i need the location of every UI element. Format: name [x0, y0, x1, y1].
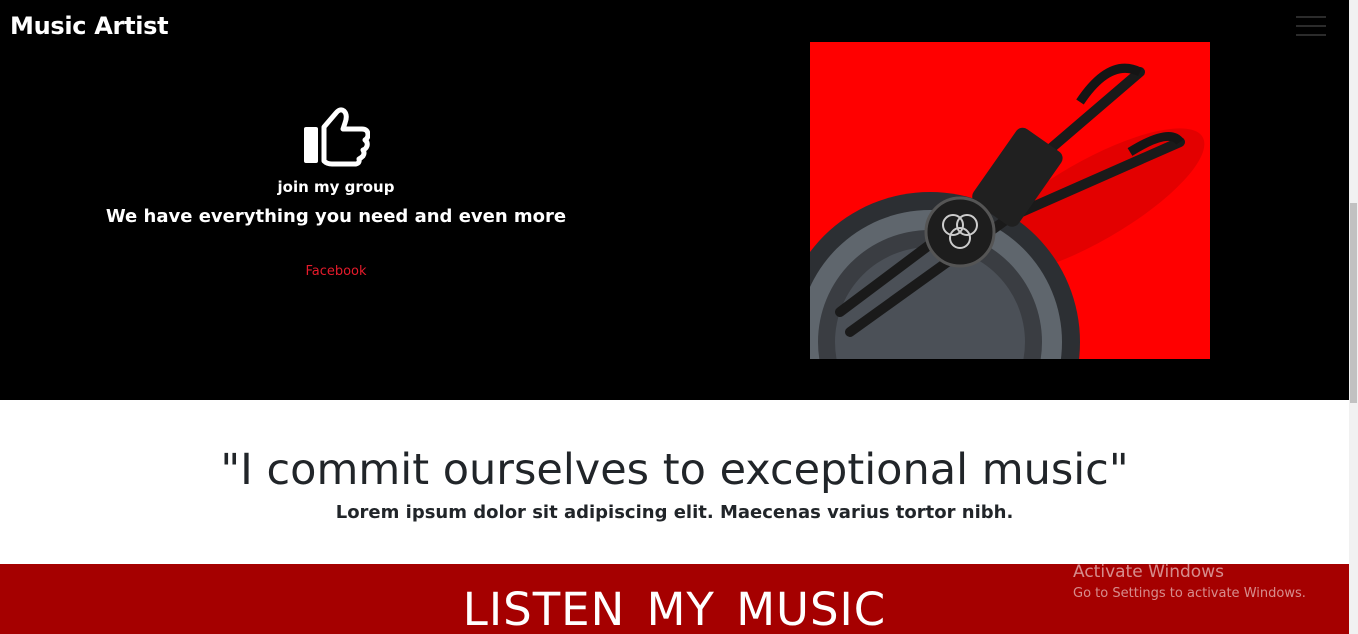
listen-music-heading: LISTEN MY MUSIC	[462, 583, 887, 634]
quote-subtext: Lorem ipsum dolor sit adipiscing elit. M…	[335, 502, 1014, 523]
menu-line	[1296, 25, 1326, 27]
music-section: LISTEN MY MUSIC	[0, 564, 1349, 634]
thumbs-up-icon	[304, 107, 370, 167]
page: Music Artist join my group We have every…	[0, 0, 1358, 634]
hamburger-menu-icon[interactable]	[1296, 14, 1326, 38]
menu-line	[1296, 16, 1326, 18]
join-group-block: join my group We have everything you nee…	[100, 105, 572, 279]
headphones-illustration	[810, 42, 1210, 359]
facebook-link[interactable]: Facebook	[305, 264, 366, 279]
menu-line	[1296, 34, 1326, 36]
quote-heading: "I commit ourselves to exceptional music…	[220, 445, 1129, 495]
promo-title: join my group	[277, 178, 395, 196]
scrollbar-thumb[interactable]	[1350, 203, 1357, 403]
vertical-scrollbar[interactable]	[1349, 0, 1358, 634]
promo-subtitle: We have everything you need and even mor…	[105, 206, 567, 227]
hero-section: Music Artist join my group We have every…	[0, 0, 1349, 400]
headphones-image	[810, 42, 1210, 359]
quote-section: "I commit ourselves to exceptional music…	[0, 400, 1349, 564]
brand-logo[interactable]: Music Artist	[10, 12, 169, 40]
